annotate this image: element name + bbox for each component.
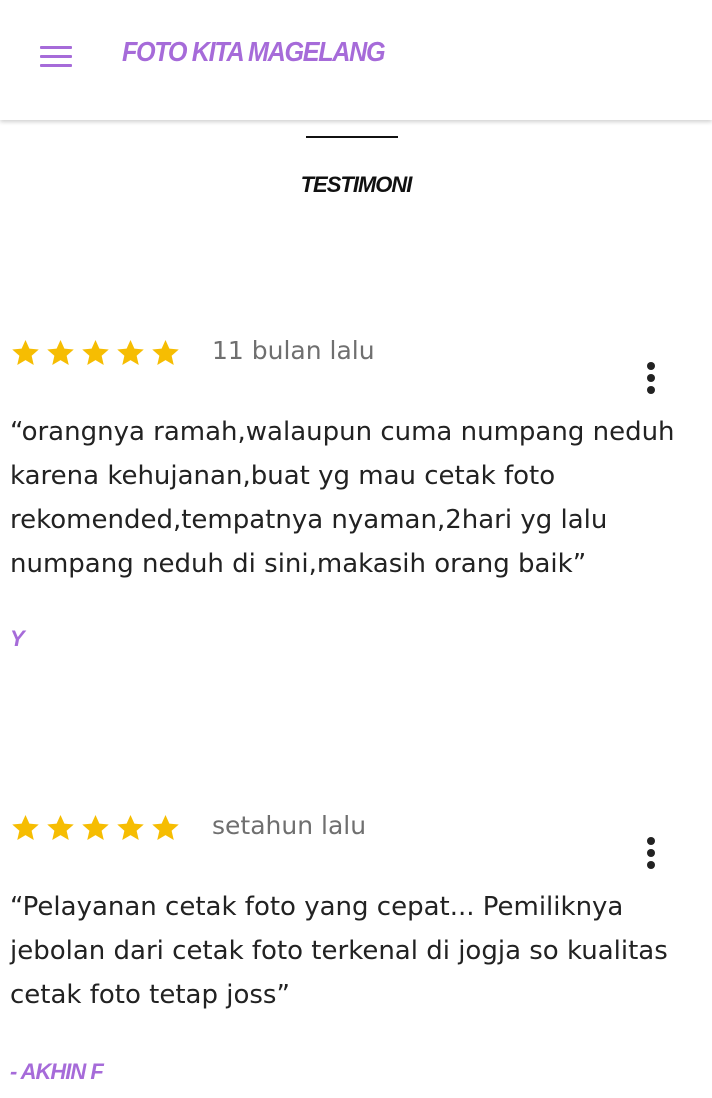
review-text: “Pelayanan cetak foto yang cepat... Pemi… [10, 892, 668, 1010]
section-title: TESTIMONI [300, 172, 413, 197]
star-icon [10, 813, 41, 843]
review-author: - AKHIN F [10, 1059, 104, 1084]
more-options-icon[interactable] [640, 360, 662, 400]
star-icon [10, 338, 41, 368]
hamburger-menu-icon[interactable] [38, 43, 74, 69]
star-icon [115, 338, 146, 368]
section-divider [306, 136, 398, 138]
review-author: Y [10, 626, 25, 651]
site-title[interactable]: FOTO KITA MAGELANG [122, 36, 386, 68]
star-icon [45, 338, 76, 368]
more-options-icon[interactable] [640, 835, 662, 875]
star-rating [10, 338, 185, 372]
star-icon [115, 813, 146, 843]
star-icon [80, 813, 111, 843]
review-text: “orangnya ramah,walaupun cuma numpang ne… [10, 417, 675, 579]
star-icon [45, 813, 76, 843]
top-app-bar: FOTO KITA MAGELANG [0, 0, 712, 120]
star-rating [10, 813, 185, 847]
review-time: setahun lalu [212, 811, 367, 840]
page: FOTO KITA MAGELANG TESTIMONI 11 bulan la… [0, 0, 712, 1098]
star-icon [150, 813, 181, 843]
star-icon [150, 338, 181, 368]
star-icon [80, 338, 111, 368]
review-time: 11 bulan lalu [212, 336, 375, 365]
